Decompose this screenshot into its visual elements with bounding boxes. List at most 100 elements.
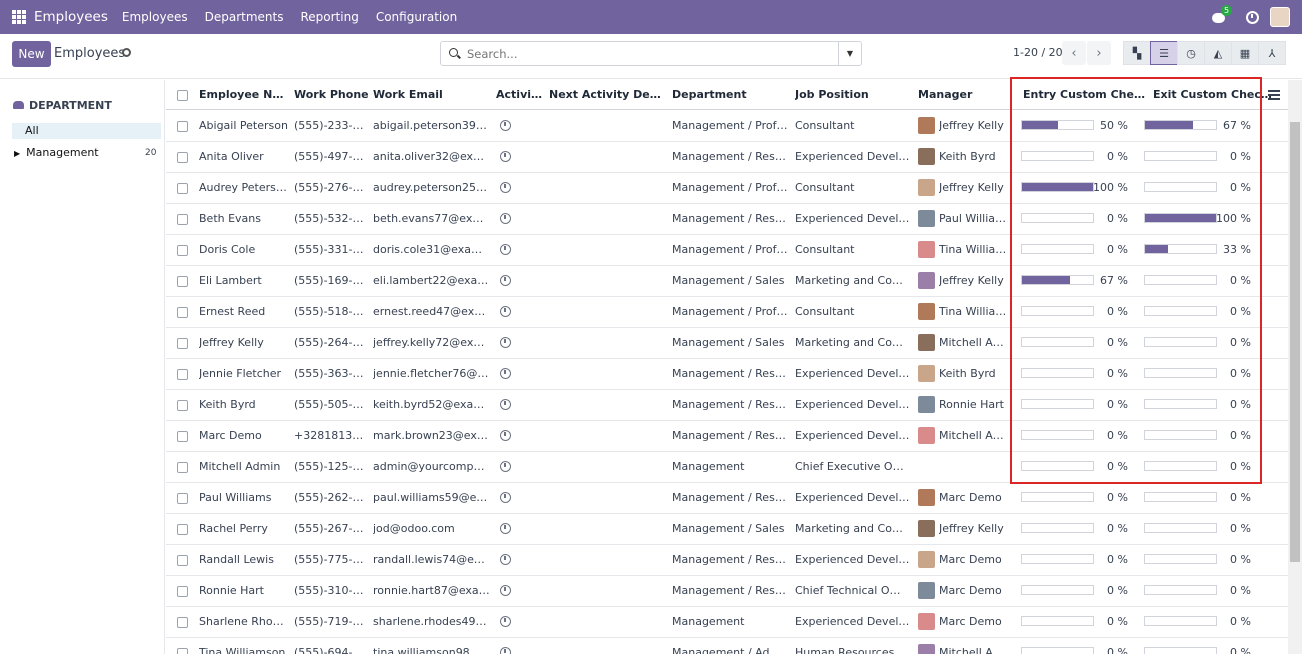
new-button[interactable]: New xyxy=(12,41,51,67)
table-row[interactable]: Sharlene Rhodes (555)-719-4182 sharlene.… xyxy=(166,607,1288,638)
pager-next-button[interactable]: › xyxy=(1087,41,1111,65)
activity-clock-icon[interactable] xyxy=(500,120,511,131)
row-checkbox[interactable] xyxy=(177,152,188,163)
row-checkbox[interactable] xyxy=(177,555,188,566)
table-row[interactable]: Doris Cole (555)-331-5378 doris.cole31@e… xyxy=(166,235,1288,266)
table-row[interactable]: Jeffrey Kelly (555)-264-7362 jeffrey.kel… xyxy=(166,328,1288,359)
row-checkbox[interactable] xyxy=(177,369,188,380)
row-checkbox[interactable] xyxy=(177,400,188,411)
work-email: admin@yourcompany... xyxy=(373,460,490,473)
table-row[interactable]: Tina Williamson (555)-694-7266 tina.will… xyxy=(166,638,1288,654)
graph-view-button[interactable]: ◭ xyxy=(1204,41,1232,65)
activity-clock-icon[interactable] xyxy=(500,523,511,534)
activity-clock-icon[interactable] xyxy=(500,554,511,565)
activity-clock-icon[interactable] xyxy=(500,182,511,193)
work-email: jeffrey.kelly72@exam... xyxy=(373,336,490,349)
activity-clock-icon[interactable] xyxy=(500,151,511,162)
table-row[interactable]: Ernest Reed (555)-518-8232 ernest.reed47… xyxy=(166,297,1288,328)
activity-clock-icon[interactable] xyxy=(500,647,511,654)
col-activities[interactable]: Activit... xyxy=(496,88,544,101)
search-options-toggle[interactable]: ▼ xyxy=(838,42,861,65)
row-checkbox[interactable] xyxy=(177,245,188,256)
table-row[interactable]: Anita Oliver (555)-497-4804 anita.oliver… xyxy=(166,142,1288,173)
activity-clock-icon[interactable] xyxy=(500,368,511,379)
col-employee-name[interactable]: Employee Na... xyxy=(199,88,287,101)
row-checkbox[interactable] xyxy=(177,338,188,349)
apps-grid-icon[interactable] xyxy=(12,10,26,24)
entry-checklist-bar xyxy=(1021,492,1094,502)
pivot-view-button[interactable]: ▦ xyxy=(1231,41,1259,65)
col-exit-checklist[interactable]: Exit Custom Checklist xyxy=(1153,88,1273,101)
caret-right-icon[interactable]: ▶ xyxy=(14,149,20,158)
table-row[interactable]: Jennie Fletcher (555)-363-8229 jennie.fl… xyxy=(166,359,1288,390)
activity-clock-icon[interactable] xyxy=(500,585,511,596)
activity-clock-icon[interactable] xyxy=(500,492,511,503)
table-row[interactable]: Audrey Peterson (555)-276-7903 audrey.pe… xyxy=(166,173,1288,204)
activity-clock-icon[interactable] xyxy=(500,275,511,286)
menu-employees[interactable]: Employees xyxy=(122,10,188,24)
menu-reporting[interactable]: Reporting xyxy=(300,10,358,24)
vertical-scrollbar[interactable] xyxy=(1288,80,1302,654)
sidebar-item-management[interactable]: ▶ Management xyxy=(14,146,99,159)
job-position: Human Resources Ma... xyxy=(795,646,910,654)
table-row[interactable]: Beth Evans (555)-532-3841 beth.evans77@e… xyxy=(166,204,1288,235)
activity-clock-icon[interactable] xyxy=(500,337,511,348)
col-department[interactable]: Department xyxy=(672,88,787,101)
pager-previous-button[interactable]: ‹ xyxy=(1062,41,1086,65)
col-job-position[interactable]: Job Position xyxy=(795,88,910,101)
row-checkbox[interactable] xyxy=(177,276,188,287)
manager-name: Mitchell Admin xyxy=(939,336,1009,349)
col-work-email[interactable]: Work Email xyxy=(373,88,488,101)
pager-value[interactable]: 1-20 / 20 xyxy=(1013,46,1063,59)
activity-clock-icon[interactable] xyxy=(500,616,511,627)
table-row[interactable]: Marc Demo +3281813700 mark.brown23@exam.… xyxy=(166,421,1288,452)
table-row[interactable]: Eli Lambert (555)-169-1352 eli.lambert22… xyxy=(166,266,1288,297)
activity-clock-icon[interactable] xyxy=(500,244,511,255)
row-checkbox[interactable] xyxy=(177,586,188,597)
activity-clock-icon[interactable] xyxy=(1246,10,1259,24)
hierarchy-view-button[interactable]: ⅄ xyxy=(1258,41,1286,65)
row-checkbox[interactable] xyxy=(177,307,188,318)
activity-clock-icon[interactable] xyxy=(500,306,511,317)
col-manager[interactable]: Manager xyxy=(918,88,1008,101)
menu-configuration[interactable]: Configuration xyxy=(376,10,457,24)
row-checkbox[interactable] xyxy=(177,121,188,132)
search-input[interactable] xyxy=(467,45,827,62)
col-entry-checklist[interactable]: Entry Custom Checklist xyxy=(1023,88,1148,101)
table-row[interactable]: Mitchell Admin (555)-125-2389 admin@your… xyxy=(166,452,1288,483)
activity-clock-icon[interactable] xyxy=(500,399,511,410)
row-checkbox[interactable] xyxy=(177,431,188,442)
table-row[interactable]: Paul Williams (555)-262-1607 paul.willia… xyxy=(166,483,1288,514)
col-work-phone[interactable]: Work Phone xyxy=(294,88,369,101)
col-next-activity-deadline[interactable]: Next Activity Deadl... xyxy=(549,88,664,101)
work-email: keith.byrd52@exampl... xyxy=(373,398,490,411)
scrollbar-thumb[interactable] xyxy=(1290,122,1300,562)
row-checkbox[interactable] xyxy=(177,183,188,194)
kanban-view-button[interactable]: ▚ xyxy=(1123,41,1151,65)
table-row[interactable]: Abigail Peterson (555)-233-3393 abigail.… xyxy=(166,111,1288,142)
table-row[interactable]: Keith Byrd (555)-505-5146 keith.byrd52@e… xyxy=(166,390,1288,421)
select-all-checkbox[interactable] xyxy=(177,90,188,101)
gear-icon[interactable] xyxy=(122,48,131,57)
column-settings-icon[interactable] xyxy=(1268,89,1280,100)
list-view-button[interactable]: ☰ xyxy=(1150,41,1178,65)
app-name[interactable]: Employees xyxy=(34,9,108,25)
menu-departments[interactable]: Departments xyxy=(205,10,284,24)
sidebar-item-all[interactable]: All xyxy=(12,123,161,139)
table-row[interactable]: Randall Lewis (555)-775-6660 randall.lew… xyxy=(166,545,1288,576)
row-checkbox[interactable] xyxy=(177,524,188,535)
activity-clock-icon[interactable] xyxy=(500,461,511,472)
row-checkbox[interactable] xyxy=(177,617,188,628)
chat-icon[interactable]: 5 xyxy=(1212,4,1233,24)
work-email: paul.williams59@exa... xyxy=(373,491,490,504)
user-avatar[interactable] xyxy=(1270,7,1290,27)
activity-clock-icon[interactable] xyxy=(500,213,511,224)
row-checkbox[interactable] xyxy=(177,462,188,473)
activity-clock-icon[interactable] xyxy=(500,430,511,441)
table-row[interactable]: Rachel Perry (555)-267-3735 jod@odoo.com… xyxy=(166,514,1288,545)
activity-view-button[interactable]: ◷ xyxy=(1177,41,1205,65)
row-checkbox[interactable] xyxy=(177,214,188,225)
table-row[interactable]: Ronnie Hart (555)-310-7863 ronnie.hart87… xyxy=(166,576,1288,607)
row-checkbox[interactable] xyxy=(177,493,188,504)
row-checkbox[interactable] xyxy=(177,648,188,654)
